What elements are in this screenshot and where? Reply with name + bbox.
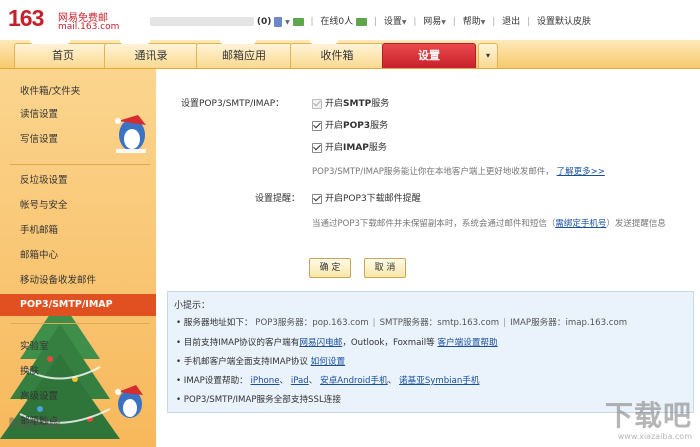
imap-option[interactable]: 开启IMAP服务 [312, 140, 387, 153]
chevron-down-icon[interactable]: ▼ [402, 19, 407, 26]
pop3-remind-checkbox[interactable] [312, 193, 322, 204]
tab-apps[interactable]: 邮箱应用 [196, 43, 292, 68]
sidebar-item-advanced[interactable]: 高级设置 [0, 386, 156, 408]
sidebar-item-antispam[interactable]: 反垃圾设置 [0, 170, 156, 192]
sidebar-item-compose-settings[interactable]: 写信设置 [0, 129, 156, 151]
tab-home[interactable]: 首页 [14, 43, 112, 68]
sidebar-divider [10, 164, 150, 165]
logo-domain: mail.163.com [58, 22, 120, 32]
chevron-down-icon[interactable]: ▼ [285, 19, 290, 26]
tab-label: 邮箱应用 [222, 49, 266, 62]
sidebar-item-mobile-devices[interactable]: 移动设备收发邮件 [0, 270, 156, 292]
tab-label: 通讯录 [134, 49, 168, 62]
blurred-username[interactable] [150, 17, 254, 26]
tip-mobile: • 手机邮客户端全面支持IMAP协议 如何设置 [176, 357, 346, 367]
pop3-option[interactable]: 开启POP3服务 [312, 118, 388, 131]
tip-server-address: • 服务器地址如下： POP3服务器：pop.163.com | SMTP服务器：s… [176, 318, 628, 328]
menu-settings[interactable]: 设置 [384, 17, 402, 27]
chevron-down-icon[interactable]: ▼ [441, 19, 446, 26]
pop3-remind-option[interactable]: 开启POP3下载邮件提醒 [312, 191, 421, 204]
sidebar-divider [10, 323, 150, 324]
bind-phone-link[interactable]: 需绑定手机号 [555, 219, 606, 229]
sidebar-item-label: 写信设置 [20, 134, 59, 145]
learn-more-link[interactable]: 了解更多>> [557, 167, 605, 177]
sidebar-item-mobile-mail[interactable]: 手机邮箱 [0, 220, 156, 242]
sidebar-item-label: 手机邮箱 [20, 225, 59, 236]
sidebar-item-label: 收件箱/文件夹 [20, 86, 81, 97]
remind-hint: 当通过POP3下载邮件并未保留副本时，系统会通过邮件和短信（需绑定手机号）发送提… [312, 219, 666, 229]
sidebar-item-label: 实验室 [20, 341, 49, 352]
header: 163 网易免费邮 mail.163.com (0) ▼ | 在线0人 | 设置… [0, 0, 700, 40]
online-count[interactable]: 在线0人 [320, 17, 353, 27]
smtp-checkbox[interactable] [312, 98, 322, 109]
tab-settings[interactable]: 设置 [382, 43, 476, 68]
client-help-link[interactable]: 客户端设置帮助 [437, 338, 497, 348]
unread-count[interactable]: (0) [257, 17, 272, 27]
menu-netease[interactable]: 网易 [423, 17, 441, 27]
chat-icon[interactable] [356, 17, 368, 26]
sidebar-item-label: 反垃圾设置 [20, 175, 68, 186]
sidebar-item-label: 换肤 [20, 366, 40, 377]
tip-ssl: • POP3/SMTP/IMAP服务全部支持SSL连接 [176, 395, 341, 405]
left-watermark: MacW [8, 414, 62, 433]
tab-label: 收件箱 [320, 49, 354, 62]
watermark-url: www.xiazaiba.com [617, 432, 692, 441]
iphone-help-link[interactable]: iPhone [251, 376, 280, 386]
how-to-setup-link[interactable]: 如何设置 [311, 357, 345, 367]
message-icon[interactable] [292, 17, 304, 26]
default-skin-link[interactable]: 设置默认皮肤 [537, 17, 591, 27]
sidebar-item-label: 邮箱中心 [20, 250, 59, 261]
snow-decoration [120, 40, 150, 44]
sidebar-item-folders[interactable]: 收件箱/文件夹 [0, 81, 156, 103]
logout-link[interactable]: 退出 [502, 17, 520, 27]
smtp-option[interactable]: 开启SMTP服务 [312, 96, 389, 109]
sidebar-item-label: 移动设备收发邮件 [20, 275, 97, 286]
tab-label: 首页 [52, 49, 74, 62]
sidebar-item-label: 高级设置 [20, 391, 59, 402]
sidebar-item-lab[interactable]: 实验室 [0, 336, 156, 358]
watermark-title: 下载吧 [604, 399, 692, 432]
sidebar-item-read-settings[interactable]: 读信设置 [0, 104, 156, 126]
remind-setting-label: 设置提醒： [255, 194, 301, 204]
imap-checkbox[interactable] [312, 142, 322, 153]
tip-clients: • 目前支持IMAP协议的客户端有网易闪电邮，Outlook，Foxmail等 … [176, 338, 498, 348]
symbian-help-link[interactable]: 诺基亚Symbian手机 [399, 376, 479, 386]
netease-client-link[interactable]: 网易闪电邮 [299, 338, 342, 348]
settings-sidebar: 收件箱/文件夹 读信设置 写信设置 反垃圾设置 帐号与安全 手机邮箱 邮箱中心 … [0, 69, 156, 447]
logo-number: 163 [8, 5, 44, 31]
tab-inbox[interactable]: 收件箱 [290, 43, 384, 68]
chevron-down-icon: ▾ [485, 51, 490, 60]
main-tabs: 首页 通讯录 邮箱应用 收件箱 设置 ▾ [0, 40, 700, 69]
ipad-help-link[interactable]: iPad [291, 376, 309, 386]
chevron-down-icon[interactable]: ▼ [481, 19, 486, 26]
ok-button[interactable]: 确 定 [309, 258, 351, 278]
tip-imap-help: • IMAP设置帮助： iPhone、 iPad、 安卓Android手机、 诺… [176, 376, 480, 386]
tab-contacts[interactable]: 通讯录 [104, 43, 198, 68]
sidebar-item-account-security[interactable]: 帐号与安全 [0, 195, 156, 217]
menu-help[interactable]: 帮助 [463, 17, 481, 27]
sidebar-item-label: POP3/SMTP/IMAP [20, 299, 113, 310]
snow-decoration [310, 40, 338, 44]
sidebar-item-pop3-smtp-imap[interactable]: POP3/SMTP/IMAP [0, 294, 156, 316]
tab-label: 设置 [418, 49, 440, 62]
service-hint: POP3/SMTP/IMAP服务能让你在本地客户端上更好地收发邮件， 了解更多>… [312, 167, 605, 177]
sidebar-item-skin[interactable]: 换肤 [0, 361, 156, 383]
service-setting-label: 设置POP3/SMTP/IMAP： [181, 99, 285, 109]
contact-card-icon[interactable] [274, 16, 283, 27]
snow-decoration [220, 40, 256, 44]
sidebar-item-mail-center[interactable]: 邮箱中心 [0, 245, 156, 267]
settings-panel: 设置POP3/SMTP/IMAP： 开启SMTP服务 开启POP3服务 开启IM… [157, 69, 700, 447]
sidebar-item-label: 帐号与安全 [20, 200, 68, 211]
android-help-link[interactable]: 安卓Android手机 [320, 376, 388, 386]
site-watermark: 下载吧 www.xiazaiba.com [605, 394, 692, 441]
tips-title: 小提示： [174, 301, 211, 311]
user-bar: (0) ▼ | 在线0人 | 设置▼ | 网易▼ | 帮助▼ | 退出 | 设置… [150, 14, 591, 27]
cancel-button[interactable]: 取 消 [364, 258, 406, 278]
more-tabs-button[interactable]: ▾ [478, 43, 498, 68]
pop3-checkbox[interactable] [312, 120, 322, 131]
sidebar-item-label: 读信设置 [20, 109, 59, 120]
snow-decoration [30, 40, 70, 44]
